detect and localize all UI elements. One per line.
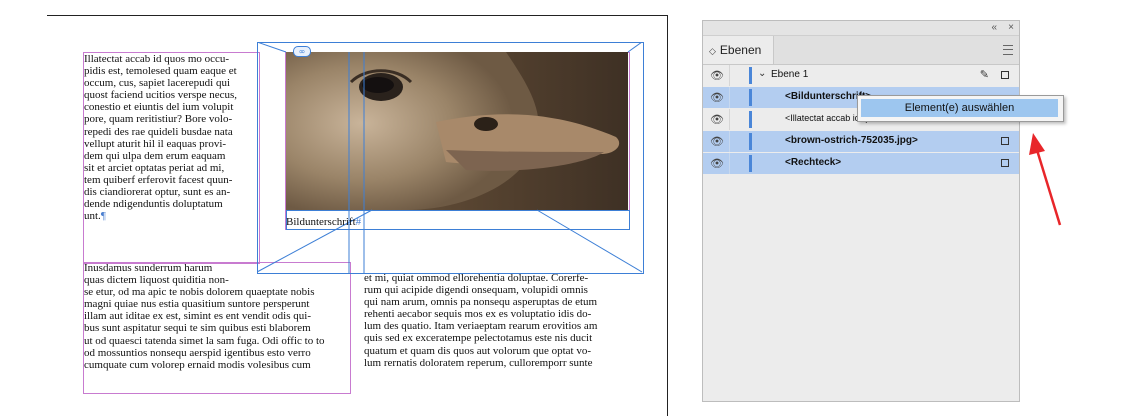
text-line: occum, cus, sapiet lacerepudi qui [84, 77, 231, 90]
tab-label: Ebenen [719, 43, 762, 57]
eye-icon[interactable]: 👁 [707, 157, 727, 171]
text-line: vellupt aturit hil il eaquas provi- [84, 137, 227, 150]
caption-text: Bildunterschrift [286, 216, 356, 228]
text-line: sit et arciet optatas periat ad mi, [84, 161, 225, 174]
pilcrow-mark: ¶ [100, 210, 106, 223]
lock-toggle[interactable] [729, 131, 750, 152]
context-menu: Element(e) auswählen [857, 95, 1064, 122]
text-line: repedi des rae quideli busdae nata [84, 125, 233, 138]
text-line: rum qui acipide digendi onsequam, volupi… [364, 284, 588, 297]
eye-icon[interactable]: 👁 [707, 91, 727, 105]
annotation-arrow [1029, 133, 1062, 226]
chevron-down-icon[interactable]: ⌄ [758, 68, 766, 79]
eye-icon[interactable]: 👁 [707, 135, 727, 149]
text-line: tem quiberf erferovit facest quun- [84, 173, 233, 186]
text-line: pore, quam reritistiur? Bore volo- [84, 113, 233, 126]
text-line: dis ciandiorerat optur, sunt es an- [84, 186, 231, 199]
collapse-icon[interactable]: « [991, 22, 997, 33]
lower-text-column[interactable]: Inusdamus sunderrum harum quas dictem liq… [84, 262, 350, 392]
layer-color-band [749, 111, 752, 128]
lock-toggle[interactable] [729, 65, 750, 86]
layer-name: Ebene 1 [771, 69, 809, 80]
text-line: lum rernatis doloratem reperum, cullorem… [364, 356, 593, 369]
text-line: dem qui ulpa dem erum eaquam [84, 149, 226, 162]
panel-tab-bar: ◇ Ebenen [703, 36, 1019, 65]
text-line: quis sed ex exceratempe pelectotamus est… [364, 332, 593, 345]
layer-row-rechteck[interactable]: 👁 <Rechteck> [703, 153, 1019, 174]
selection-square[interactable] [1001, 137, 1009, 145]
text-line: dende ndigenduntis doluptatum [84, 198, 223, 211]
selection-square[interactable] [1001, 71, 1009, 79]
text-line: magni quiae nus estia quasitium suntore … [84, 298, 310, 311]
tab-toggle-icon: ◇ [709, 46, 716, 56]
text-line: od mossuntios nonsequ aerspid igentibus … [84, 346, 311, 359]
layer-color-band [749, 89, 752, 106]
lock-toggle[interactable] [729, 109, 750, 130]
text-line: lum des quatio. Itam veriaeptam rearum e… [364, 320, 598, 333]
tab-layers[interactable]: ◇ Ebenen [703, 36, 774, 64]
text-line: rehenti aecabor sequis mos ex es volupta… [364, 308, 592, 321]
panel-menu-icon[interactable] [1003, 45, 1013, 55]
text-line: bus sunt aspitatur sequi te sim quibus e… [84, 322, 311, 335]
text-line: qui nam arum, omnis pa nonsequ asperupta… [364, 296, 598, 309]
selection-diagonals [257, 42, 643, 274]
text-line: unt.¶ [84, 210, 106, 223]
layer-item-label: <Rechteck> [785, 157, 842, 168]
eye-icon[interactable]: 👁 [707, 113, 727, 127]
lock-toggle[interactable] [729, 87, 750, 108]
layer-color-band [749, 155, 752, 172]
lock-toggle[interactable] [729, 153, 750, 174]
link-badge[interactable]: ∞ [293, 46, 311, 57]
text-line: pidis est, temolesed quam eaque et [84, 65, 237, 78]
layers-panel: « × ◇ Ebenen 👁 ⌄ Ebene 1 ✎ 👁 <Bilduntersc… [702, 20, 1020, 402]
close-icon[interactable]: × [1008, 22, 1014, 33]
text-line: illam aut iditae ex est, simint es ent v… [84, 310, 311, 323]
select-elements-menu-item[interactable]: Element(e) auswählen [861, 99, 1058, 117]
text-line: quas dictem liquost quiditia non- [84, 274, 229, 287]
text-line: quatum et quam dis quos aut volorum que … [364, 344, 591, 357]
panel-title-bar: « × [703, 21, 1019, 36]
right-text-column[interactable]: et mi, quiat ommod ellorehentia doluptae… [364, 272, 629, 392]
text-line: quost faciend ucitios verspe necus, [84, 89, 238, 102]
eye-icon[interactable]: 👁 [707, 69, 727, 83]
text-line: Illatectat accab id quos mo occu- [84, 53, 230, 65]
text-line: ut od quaesci tatenda simet la sam fuga.… [84, 334, 325, 347]
layer-row-ebene-1[interactable]: 👁 ⌄ Ebene 1 ✎ [703, 65, 1019, 86]
pen-icon: ✎ [979, 69, 989, 81]
selection-square[interactable] [1001, 159, 1009, 167]
left-text-column[interactable]: Illatectat accab id quos mo occu-pidis e… [84, 53, 257, 261]
layer-color-band [749, 67, 752, 84]
layer-row-ostrich-image[interactable]: 👁 <brown-ostrich-752035.jpg> [703, 131, 1019, 152]
text-line: se etur, od ma apic te nobis dolorem qua… [84, 286, 315, 299]
image-caption[interactable]: Bildunterschrift# [286, 216, 361, 228]
layer-item-label: <brown-ostrich-752035.jpg> [785, 135, 918, 146]
layer-color-band [749, 133, 752, 150]
text-line: conestio et eiuntis del ium volupit [84, 101, 234, 114]
text-line: cumquate cum volorep ernaid modis volesi… [84, 358, 311, 371]
hash-mark: # [355, 216, 362, 228]
